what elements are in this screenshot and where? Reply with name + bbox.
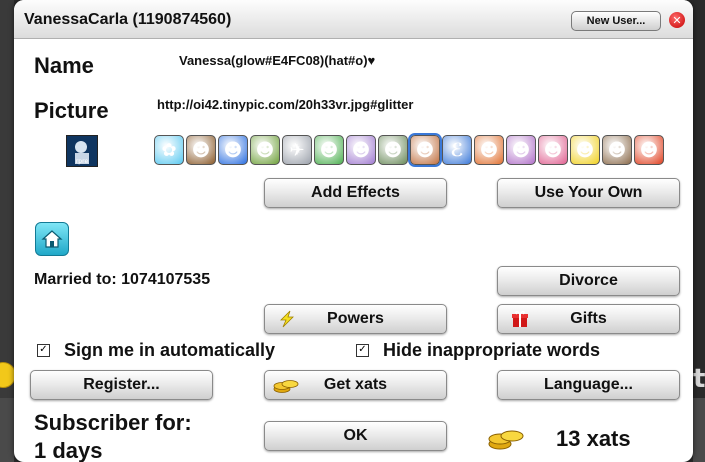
avatar-orange-monster-icon[interactable]: ☻ <box>474 135 504 165</box>
hide-words-checkbox[interactable]: ✓ <box>356 344 369 357</box>
use-your-own-button[interactable]: Use Your Own <box>497 178 680 208</box>
subscriber-days: 1 days <box>34 438 103 462</box>
avatar-green-kid-icon[interactable]: ☻ <box>250 135 280 165</box>
title-bar: VanessaCarla (1190874560) New User... ✕ <box>14 0 693 39</box>
new-user-button[interactable]: New User... <box>571 11 661 31</box>
powers-button[interactable]: Powers <box>264 304 447 334</box>
lightning-icon <box>280 310 294 328</box>
avatar-marge-icon[interactable]: ☻ <box>218 135 248 165</box>
avatar-pink-creature-icon[interactable]: ☻ <box>538 135 568 165</box>
get-xats-button[interactable]: Get xats <box>264 370 447 400</box>
background-panel-right <box>693 398 705 462</box>
powers-label: Powers <box>327 310 384 327</box>
add-effects-button[interactable]: Add Effects <box>264 178 447 208</box>
ok-button[interactable]: OK <box>264 421 447 451</box>
language-button[interactable]: Language... <box>497 370 680 400</box>
avatar-purple-alien-icon[interactable]: ☻ <box>506 135 536 165</box>
avatar-dog-icon[interactable]: ☻ <box>602 135 632 165</box>
avatar-tweety-icon[interactable]: ☻ <box>570 135 600 165</box>
avatar-bald-man-icon[interactable]: ☻ <box>346 135 376 165</box>
xats-balance: 13 xats <box>556 426 631 451</box>
picture-label: Picture <box>34 98 109 123</box>
home-icon[interactable] <box>35 222 69 256</box>
close-icon[interactable]: ✕ <box>669 12 685 28</box>
sign-in-label: Sign me in automatically <box>64 340 276 360</box>
married-to-label: Married to: 1074107535 <box>34 271 211 288</box>
background-panel-left <box>0 398 14 462</box>
background-letter: t <box>693 364 705 394</box>
svg-text:rpre: rpre <box>76 158 89 165</box>
gifts-label: Gifts <box>570 310 607 327</box>
window-title: VanessaCarla (1190874560) <box>24 11 232 28</box>
picture-thumbnail: rpre <box>66 135 98 167</box>
avatar-blue-dragon-icon[interactable]: ℰ <box>442 135 472 165</box>
name-field[interactable]: Vanessa(glow#E4FC08)(hat#o)♥ <box>179 53 375 68</box>
xats-coins-icon <box>488 430 524 450</box>
background-left <box>0 0 14 462</box>
name-label: Name <box>34 53 94 78</box>
get-xats-label: Get xats <box>323 376 388 393</box>
avatar-zombie-icon[interactable]: ☻ <box>378 135 408 165</box>
avatar-red-hair-icon[interactable]: ☻ <box>634 135 664 165</box>
sign-in-checkbox[interactable]: ✓ <box>37 344 50 357</box>
gifts-button[interactable]: Gifts <box>497 304 680 334</box>
subscriber-label: Subscriber for: <box>34 410 192 435</box>
avatar-green-witch-icon[interactable]: ☻ <box>314 135 344 165</box>
coins-icon <box>273 380 299 393</box>
avatar-alien-head-icon[interactable]: ☻ <box>408 133 442 167</box>
avatar-face-dark-hair-icon[interactable]: ☻ <box>186 135 216 165</box>
avatar-spaceship-icon[interactable]: ✈ <box>282 135 312 165</box>
avatar-blue-creature-icon[interactable]: ✿ <box>154 135 184 165</box>
divorce-button[interactable]: Divorce <box>497 266 680 296</box>
picture-url-field[interactable]: http://oi42.tinypic.com/20h33vr.jpg#glit… <box>157 97 413 112</box>
edit-profile-dialog: VanessaCarla (1190874560) New User... ✕ … <box>14 0 693 462</box>
register-button[interactable]: Register... <box>30 370 213 400</box>
hide-words-label: Hide inappropriate words <box>383 340 601 360</box>
gift-icon <box>512 311 528 327</box>
